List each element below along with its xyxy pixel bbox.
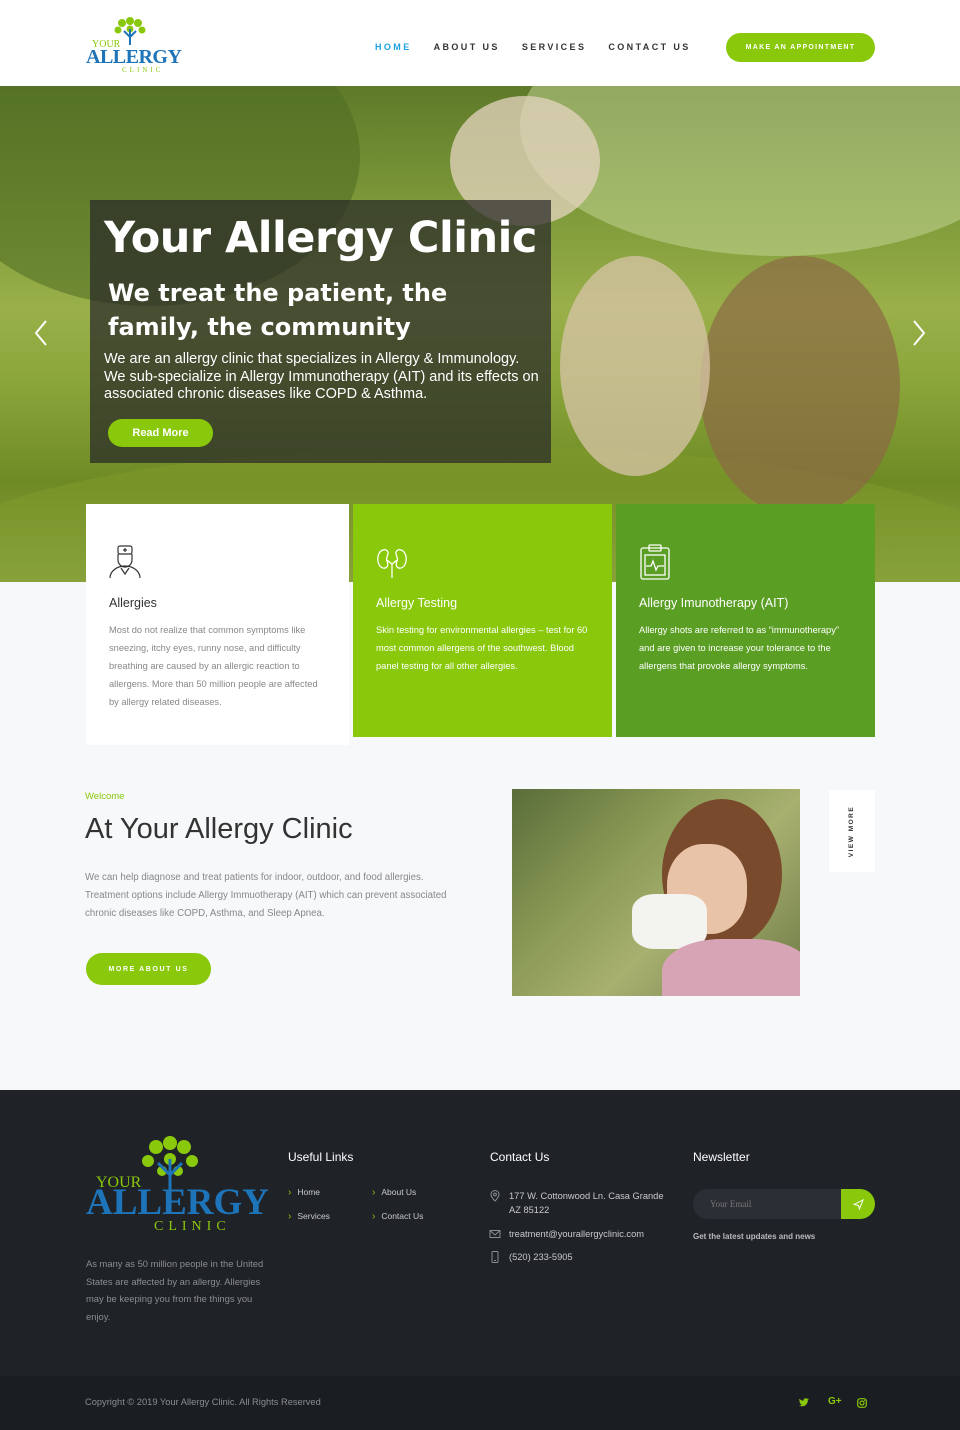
footer-address: 177 W. Cottonwood Ln. Casa Grande AZ 851… <box>509 1191 664 1215</box>
photo-tissue <box>632 894 707 949</box>
service-card-allergies[interactable]: Allergies Most do not realize that commo… <box>86 504 349 745</box>
footer-email[interactable]: treatment@yourallergyclinic.com <box>509 1227 669 1241</box>
service-text: Skin testing for environmental allergies… <box>376 625 588 671</box>
hero-description: We are an allergy clinic that specialize… <box>104 351 539 402</box>
nav-home[interactable]: HOME <box>375 42 412 52</box>
logo-clinic: CLINIC <box>122 66 163 73</box>
google-plus-icon[interactable]: G+ <box>828 1396 842 1407</box>
logo-allergy: ALLERGY <box>86 46 182 68</box>
hero-photo-man <box>560 256 710 476</box>
service-text: Allergy shots are referred to as “immuno… <box>639 625 839 671</box>
newsletter-submit-button[interactable] <box>841 1189 875 1219</box>
copyright-bar: Copyright © 2019 Your Allergy Clinic. Al… <box>0 1376 960 1430</box>
chevron-left-icon[interactable] <box>34 320 48 346</box>
hero-title: Your Allergy Clinic <box>104 213 537 263</box>
newsletter-note: Get the latest updates and news <box>693 1232 816 1241</box>
photo-sweater <box>662 939 800 996</box>
woman-sneezing-photo <box>512 789 800 996</box>
kidneys-icon <box>377 548 407 578</box>
footer-link-home[interactable]: Home <box>288 1187 320 1198</box>
nav-contact-us[interactable]: CONTACT US <box>608 42 690 52</box>
hero-photo-woman <box>700 256 900 516</box>
doctor-icon <box>109 545 141 579</box>
service-card-allergy-testing[interactable]: Allergy Testing Skin testing for environ… <box>353 504 612 737</box>
clipboard-pulse-icon <box>640 544 670 580</box>
view-more-button[interactable]: VIEW MORE <box>829 790 875 872</box>
send-icon <box>852 1198 864 1210</box>
welcome-text: We can help diagnose and treat patients … <box>85 872 447 919</box>
twitter-icon[interactable] <box>799 1398 809 1407</box>
more-about-us-button[interactable]: MORE ABOUT US <box>86 953 211 985</box>
newsletter-email-input[interactable]: Your Email <box>693 1189 841 1219</box>
service-card-immunotherapy[interactable]: Allergy Imunotherapy (AIT) Allergy shots… <box>616 504 875 737</box>
footer-logo[interactable]: YOUR ALLERGY CLINIC <box>86 1135 268 1235</box>
make-appointment-button[interactable]: MAKE AN APPOINTMENT <box>726 33 875 62</box>
footer-about-text: As many as 50 million people in the Unit… <box>86 1258 264 1322</box>
site-footer: YOUR ALLERGY CLINIC As many as 50 millio… <box>0 1090 960 1376</box>
welcome-eyebrow: Welcome <box>85 791 125 802</box>
read-more-button[interactable]: Read More <box>108 419 213 447</box>
service-title: Allergy Testing <box>376 596 458 610</box>
useful-links-heading: Useful Links <box>288 1150 354 1164</box>
nav-about-us[interactable]: ABOUT US <box>434 42 500 52</box>
service-text: Most do not realize that common symptoms… <box>109 625 318 707</box>
footer-logo-allergy: ALLERGY <box>86 1182 268 1223</box>
clinic-logo[interactable]: YOUR ALLERGY CLINIC <box>86 17 186 73</box>
footer-phone[interactable]: (520) 233-5905 <box>509 1250 669 1264</box>
chevron-right-icon[interactable] <box>912 320 926 346</box>
copyright-text: Copyright © 2019 Your Allergy Clinic. Al… <box>85 1397 321 1407</box>
location-pin-icon <box>490 1190 500 1202</box>
welcome-title: At Your Allergy Clinic <box>85 813 353 845</box>
envelope-icon <box>489 1230 501 1238</box>
nav-services[interactable]: SERVICES <box>522 42 587 52</box>
newsletter-heading: Newsletter <box>693 1150 750 1164</box>
service-title: Allergy Imunotherapy (AIT) <box>639 596 789 610</box>
footer-link-contact-us[interactable]: Contact Us <box>372 1211 423 1222</box>
site-header: YOUR ALLERGY CLINIC HOME ABOUT US SERVIC… <box>0 0 960 86</box>
instagram-icon[interactable] <box>857 1398 867 1408</box>
phone-icon <box>491 1251 499 1263</box>
footer-logo-clinic: CLINIC <box>154 1219 231 1234</box>
footer-link-about-us[interactable]: About Us <box>372 1187 416 1198</box>
hero-subtitle: We treat the patient, the family, the co… <box>108 279 448 341</box>
contact-us-heading: Contact Us <box>490 1150 550 1164</box>
main-nav: HOME ABOUT US SERVICES CONTACT US <box>375 42 713 52</box>
view-more-label: VIEW MORE <box>848 805 856 857</box>
footer-link-services[interactable]: Services <box>288 1211 330 1222</box>
service-title: Allergies <box>109 596 157 610</box>
